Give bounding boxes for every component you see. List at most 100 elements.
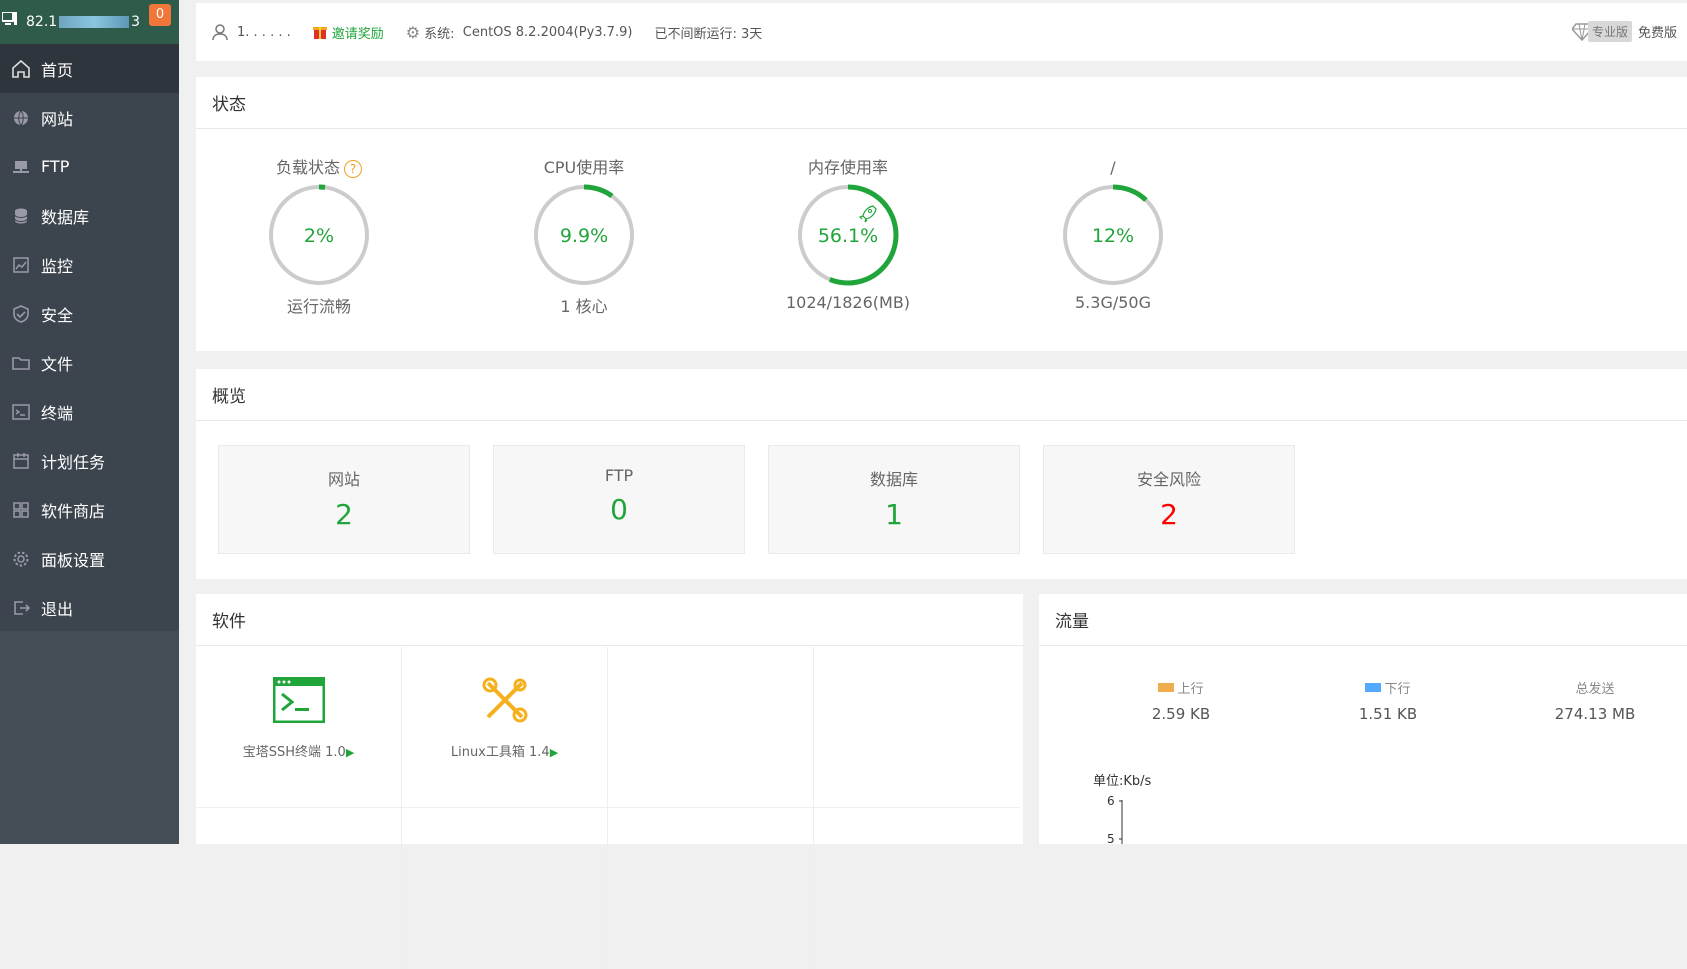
software-title: 软件 xyxy=(196,594,1023,646)
sidebar-item-label: FTP xyxy=(41,157,70,176)
software-panel: 软件 宝塔SSH终端 1.0▶ Linux工具箱 1.4▶ xyxy=(196,594,1023,969)
gauge-2[interactable]: 内存使用率 56.1% 1024/1826(MB) xyxy=(773,157,923,312)
software-item-ssh[interactable]: 宝塔SSH终端 1.0▶ xyxy=(196,647,402,808)
system-info: ⚙ 系统: CentOS 8.2.2004(Py3.7.9) xyxy=(405,22,633,42)
software-slot-empty xyxy=(814,647,1020,808)
overview-card-value: 0 xyxy=(610,493,628,526)
play-icon[interactable]: ▶ xyxy=(550,746,558,759)
top-info-bar: 1. . . . . . 邀请奖励 ⚙ 系统: CentOS 8.2.2004(… xyxy=(196,3,1687,61)
user-icon xyxy=(212,24,228,41)
sidebar-item-0[interactable]: 首页 xyxy=(0,44,179,93)
sidebar-item-3[interactable]: 数据库 xyxy=(0,191,179,240)
software-grid: 宝塔SSH终端 1.0▶ Linux工具箱 1.4▶ xyxy=(196,647,1023,969)
gauge-0[interactable]: 负载状态? 2% 运行流畅 xyxy=(244,157,394,317)
username: 1. . . . . . xyxy=(237,24,291,40)
sidebar-item-8[interactable]: 计划任务 xyxy=(0,436,179,485)
overview-card-value: 1 xyxy=(885,498,903,531)
status-panel: 状态 负载状态? 2% 运行流畅 CPU使用率 9.9% 1 核心 内存使用率 56.1% 10… xyxy=(196,77,1687,351)
gauge-3[interactable]: / 12% 5.3G/50G xyxy=(1038,157,1188,312)
sidebar-item-11[interactable]: 退出 xyxy=(0,583,179,632)
upstream-stat: 上行 2.59 KB xyxy=(1106,678,1256,723)
overview-card-label: 安全风险 xyxy=(1136,470,1201,489)
sidebar-item-label: 监控 xyxy=(41,256,74,276)
sidebar-item-5[interactable]: 安全 xyxy=(0,289,179,338)
gear-icon: ⚙ xyxy=(405,22,421,42)
overview-card-2[interactable]: 数据库 1 xyxy=(768,445,1020,554)
software-slot-empty xyxy=(608,808,814,969)
notification-badge[interactable]: 0 xyxy=(149,4,171,26)
gauge-ring: 12% xyxy=(1062,184,1164,286)
invite-reward-link[interactable]: 邀请奖励 xyxy=(312,23,384,42)
software-name: Linux工具箱 1.4 xyxy=(450,745,550,760)
sidebar-item-7[interactable]: 终端 xyxy=(0,387,179,436)
logout-icon xyxy=(11,598,31,618)
sidebar-item-6[interactable]: 文件 xyxy=(0,338,179,387)
overview-title: 概览 xyxy=(196,369,1687,421)
gauge-value: 9.9% xyxy=(560,225,608,247)
overview-card-value: 2 xyxy=(1160,498,1178,531)
traffic-panel: 流量 上行 2.59 KB 下行 1.51 KB 总发送 274.13 MB 单… xyxy=(1039,594,1687,846)
gauge-value: 56.1% xyxy=(818,225,878,247)
uptime: 已不间断运行: 3天 xyxy=(654,26,763,42)
gauge-subtext: 运行流畅 xyxy=(286,297,351,316)
sidebar-item-label: 首页 xyxy=(41,60,74,80)
overview-card-1[interactable]: FTP 0 xyxy=(493,445,745,554)
gauge-label: / xyxy=(1110,158,1116,177)
overview-card-label: 网站 xyxy=(327,470,360,489)
gauge-value: 12% xyxy=(1092,225,1134,247)
gift-icon xyxy=(312,27,327,39)
play-icon[interactable]: ▶ xyxy=(346,746,354,759)
pro-edition-button[interactable]: 专业版 xyxy=(1587,21,1632,42)
traffic-title: 流量 xyxy=(1039,594,1687,646)
software-item-linux-tools[interactable]: Linux工具箱 1.4▶ xyxy=(402,647,608,808)
sidebar-item-4[interactable]: 监控 xyxy=(0,240,179,289)
overview-card-0[interactable]: 网站 2 xyxy=(218,445,470,554)
server-header[interactable]: 82.1 3 0 xyxy=(0,0,179,44)
home-icon xyxy=(11,59,31,79)
shield-icon xyxy=(11,304,31,324)
sidebar-item-label: 数据库 xyxy=(41,207,90,227)
overview-card-3[interactable]: 安全风险 2 xyxy=(1043,445,1295,554)
sidebar-item-9[interactable]: 软件商店 xyxy=(0,485,179,534)
upstream-value: 2.59 KB xyxy=(1151,705,1211,723)
gauge-ring: 9.9% xyxy=(533,184,635,286)
software-slot-empty xyxy=(814,808,1020,969)
ftp-icon xyxy=(11,157,31,177)
gauge-label: 内存使用率 xyxy=(807,158,888,177)
overview-card-label: FTP xyxy=(604,466,634,485)
gauge-subtext: 1 核心 xyxy=(560,297,608,316)
sidebar-item-label: 网站 xyxy=(41,109,74,129)
monitor-icon xyxy=(11,255,31,275)
terminal-icon xyxy=(11,402,31,422)
overview-card-label: 数据库 xyxy=(869,470,918,489)
user-info[interactable]: 1. . . . . . xyxy=(196,23,291,41)
total-sent-value: 274.13 MB xyxy=(1554,705,1636,723)
grid-icon xyxy=(11,500,31,520)
sidebar-item-label: 安全 xyxy=(41,305,74,325)
downstream-value: 1.51 KB xyxy=(1358,705,1418,723)
upstream-legend-swatch xyxy=(1158,683,1175,692)
help-icon[interactable]: ? xyxy=(344,159,362,178)
sidebar-footer-space xyxy=(0,631,179,844)
traffic-chart-axes xyxy=(1119,800,1123,844)
gauge-ring: 2% xyxy=(268,184,370,286)
sidebar-item-1[interactable]: 网站 xyxy=(0,93,179,142)
sidebar-item-label: 终端 xyxy=(41,403,74,423)
chart-unit-label: 单位:Kb/s xyxy=(1093,774,1152,789)
sidebar-item-10[interactable]: 面板设置 xyxy=(0,534,179,583)
terminal-app-icon xyxy=(272,676,325,724)
sidebar-item-2[interactable]: FTP xyxy=(0,142,179,191)
sidebar: 82.1 3 0 首页网站 FTP 数据库监控安全文件终端计划任务 软件商店 面板设置退出 xyxy=(0,0,179,844)
gauge-subtext: 5.3G/50G xyxy=(1075,293,1151,312)
gauge-ring: 56.1% xyxy=(797,184,899,286)
edition-label: 免费版 xyxy=(1637,26,1677,41)
gauge-1[interactable]: CPU使用率 9.9% 1 核心 xyxy=(509,157,659,317)
software-slot-empty xyxy=(608,647,814,808)
sidebar-item-label: 退出 xyxy=(41,599,74,619)
calendar-icon xyxy=(11,451,31,471)
edition-info[interactable]: 专业版 免费版 xyxy=(1571,21,1677,42)
gauge-subtext: 1024/1826(MB) xyxy=(785,293,911,312)
database-icon xyxy=(11,206,31,226)
rocket-icon[interactable] xyxy=(858,205,877,223)
status-title: 状态 xyxy=(196,77,1687,129)
